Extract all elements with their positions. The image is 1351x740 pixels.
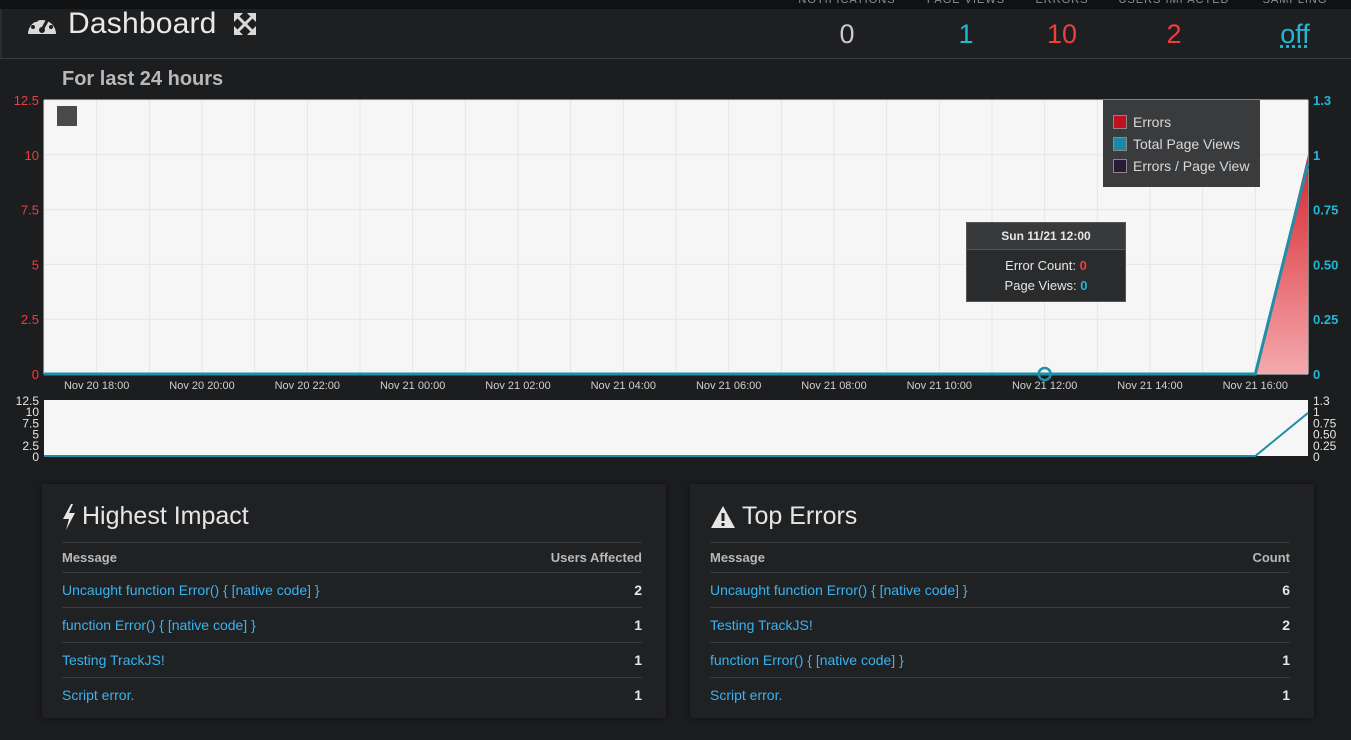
tooltip-error-label: Error Count: bbox=[1005, 258, 1076, 273]
table-row: Testing TrackJS! 1 bbox=[62, 642, 642, 677]
overview-plot-area bbox=[44, 400, 1308, 456]
x-tick-label: Nov 20 20:00 bbox=[169, 380, 234, 392]
x-tick-label: Nov 21 02:00 bbox=[485, 380, 550, 392]
row-value: 6 bbox=[1282, 582, 1290, 598]
top-errors-title: Top Errors bbox=[742, 502, 858, 530]
y-left-tick-label: 5 bbox=[32, 257, 39, 272]
y-right-tick-label: 0.25 bbox=[1313, 312, 1338, 327]
errors-chart[interactable]: 0 2.5 5 7.5 10 12.5 0 0.25 0.50 0.75 1 1.3 Nov 20 18… bbox=[0, 0, 1351, 470]
tooltip-error-value: 0 bbox=[1079, 258, 1087, 273]
top-errors-card: Top Errors Message Count Uncaught function… bbox=[690, 484, 1314, 718]
table-row: function Error() { [native code] } 1 bbox=[62, 607, 642, 642]
tooltip-page-views: Page Views: 0 bbox=[967, 276, 1125, 296]
col-header-value: Count bbox=[1252, 550, 1290, 565]
error-message-link[interactable]: Testing TrackJS! bbox=[710, 617, 813, 633]
lightning-bolt-icon bbox=[62, 503, 76, 530]
legend-label-errors-per-view: Errors / Page View bbox=[1133, 158, 1250, 174]
legend-swatch-page-views bbox=[1113, 137, 1127, 151]
legend-item-errors[interactable]: Errors bbox=[1113, 114, 1171, 130]
legend-item-errors-per-view[interactable]: Errors / Page View bbox=[1113, 158, 1249, 174]
x-tick-label: Nov 21 10:00 bbox=[907, 380, 972, 392]
legend-swatch-errors bbox=[1113, 115, 1127, 129]
x-tick-label: Nov 20 18:00 bbox=[64, 380, 129, 392]
x-tick-label: Nov 21 12:00 bbox=[1012, 380, 1077, 392]
x-tick-label: Nov 21 06:00 bbox=[696, 380, 761, 392]
highest-impact-card: Highest Impact Message Users Affected Unca… bbox=[42, 484, 666, 718]
chart-tooltip: Sun 11/21 12:00 Error Count: 0 Page View… bbox=[966, 222, 1126, 302]
error-message-link[interactable]: Uncaught function Error() { [native code… bbox=[710, 582, 968, 598]
x-tick-label: Nov 21 08:00 bbox=[801, 380, 866, 392]
top-errors-heading: Top Errors bbox=[710, 502, 857, 531]
tooltip-error-count: Error Count: 0 bbox=[967, 256, 1125, 276]
x-tick-label: Nov 21 16:00 bbox=[1223, 380, 1288, 392]
row-value: 2 bbox=[634, 582, 642, 598]
table-row: Script error. 1 bbox=[710, 677, 1290, 712]
y-left-tick-label: 2.5 bbox=[21, 312, 39, 327]
chart-reset-zoom-button bbox=[57, 106, 77, 126]
row-value: 1 bbox=[634, 687, 642, 703]
error-message-link[interactable]: Uncaught function Error() { [native code… bbox=[62, 582, 320, 598]
table-row: Script error. 1 bbox=[62, 677, 642, 712]
error-message-link[interactable]: function Error() { [native code] } bbox=[62, 617, 256, 633]
y-right-tick-label: 0.50 bbox=[1313, 257, 1338, 272]
tooltip-views-value: 0 bbox=[1080, 278, 1088, 293]
chart-legend: Errors Total Page Views Errors / Page Vi… bbox=[1103, 100, 1260, 187]
warning-triangle-icon bbox=[710, 505, 736, 529]
y-left-tick-label: 0 bbox=[32, 367, 39, 382]
x-tick-label: Nov 21 00:00 bbox=[380, 380, 445, 392]
y-left-tick-label: 12.5 bbox=[14, 93, 39, 108]
legend-label-errors: Errors bbox=[1133, 114, 1172, 130]
legend-item-page-views[interactable]: Total Page Views bbox=[1113, 136, 1240, 152]
y-left-tick-label: 10 bbox=[25, 148, 39, 163]
table-header: Message Users Affected bbox=[62, 542, 642, 572]
y-left-tick-label: 7.5 bbox=[21, 203, 39, 218]
legend-swatch-errors-per-view bbox=[1113, 159, 1127, 173]
y-right-tick-label: 1.3 bbox=[1313, 93, 1331, 108]
col-header-message: Message bbox=[710, 550, 765, 565]
error-message-link[interactable]: Script error. bbox=[62, 687, 134, 703]
top-errors-table: Message Count Uncaught function Error() { … bbox=[710, 542, 1290, 712]
y-right-tick-label: 0.75 bbox=[1313, 203, 1338, 218]
row-value: 1 bbox=[634, 617, 642, 633]
overview-y-left-tick: 12.5 bbox=[16, 394, 40, 408]
table-row: Testing TrackJS! 2 bbox=[710, 607, 1290, 642]
table-row: Uncaught function Error() { [native code… bbox=[710, 572, 1290, 607]
row-value: 1 bbox=[1282, 652, 1290, 668]
col-header-message: Message bbox=[62, 550, 117, 565]
table-row: Uncaught function Error() { [native code… bbox=[62, 572, 642, 607]
tooltip-views-label: Page Views: bbox=[1004, 278, 1077, 293]
y-right-tick-label: 1 bbox=[1313, 148, 1320, 163]
error-message-link[interactable]: Script error. bbox=[710, 687, 782, 703]
overview-y-right-tick: 1.3 bbox=[1313, 394, 1330, 408]
table-header: Message Count bbox=[710, 542, 1290, 572]
error-message-link[interactable]: function Error() { [native code] } bbox=[710, 652, 904, 668]
y-right-tick-label: 0 bbox=[1313, 367, 1320, 382]
tooltip-title: Sun 11/21 12:00 bbox=[967, 223, 1125, 250]
x-tick-label: Nov 21 04:00 bbox=[591, 380, 656, 392]
highest-impact-title: Highest Impact bbox=[82, 502, 249, 530]
row-value: 1 bbox=[1282, 687, 1290, 703]
highest-impact-table: Message Users Affected Uncaught function E… bbox=[62, 542, 642, 712]
row-value: 2 bbox=[1282, 617, 1290, 633]
row-value: 1 bbox=[634, 652, 642, 668]
x-tick-label: Nov 21 14:00 bbox=[1117, 380, 1182, 392]
error-message-link[interactable]: Testing TrackJS! bbox=[62, 652, 165, 668]
x-tick-label: Nov 20 22:00 bbox=[275, 380, 340, 392]
table-row: function Error() { [native code] } 1 bbox=[710, 642, 1290, 677]
col-header-value: Users Affected bbox=[550, 550, 642, 565]
highest-impact-heading: Highest Impact bbox=[62, 502, 249, 531]
legend-label-page-views: Total Page Views bbox=[1133, 136, 1241, 152]
